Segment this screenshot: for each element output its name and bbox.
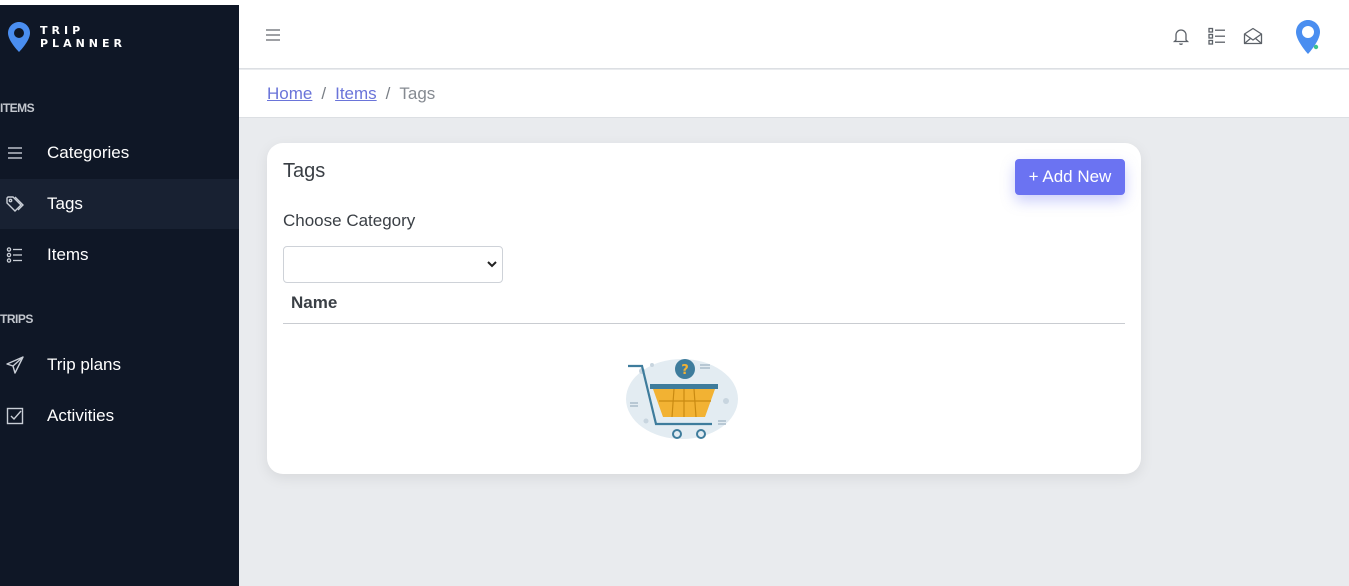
sidebar-item-activities[interactable]: Activities [0,391,239,441]
sidebar-item-tags[interactable]: Tags [0,179,239,229]
sidebar-item-label: Items [47,245,89,264]
section-label-items: ITEMS [0,101,35,115]
add-new-button[interactable]: + Add New [1015,159,1125,195]
bell-icon[interactable] [1171,26,1191,46]
breadcrumb-separator: / [385,83,391,103]
checklist-icon [6,247,22,263]
top-header [239,5,1349,69]
tags-card: Tags + Add New Choose Category Name ? [267,143,1141,474]
sidebar-item-label: Activities [47,406,115,425]
location-pin-icon [8,22,30,52]
brand-name: TRIP PLANNER [40,24,126,50]
sidebar-item-label: Categories [47,143,130,162]
breadcrumb-home-link[interactable]: Home [267,84,312,104]
table-header-name: Name [291,293,338,312]
sidebar: TRIP PLANNER ITEMS Categories Tags Items… [0,5,239,586]
sidebar-item-items[interactable]: Items [0,230,239,280]
paper-plane-icon [6,356,24,374]
category-select[interactable] [283,246,503,283]
page-title: Tags [283,160,326,182]
svg-text:?: ? [681,363,689,378]
task-list-icon[interactable] [1207,26,1227,46]
breadcrumb-separator: / [321,83,327,103]
mail-icon[interactable] [1243,26,1263,46]
chevron-down-icon [487,261,497,268]
section-label-trips: TRIPS [0,312,33,326]
sidebar-item-label: Trip plans [47,355,122,374]
user-avatar[interactable] [1294,19,1322,55]
brand-line-1: TRIP [40,24,85,37]
breadcrumb-current: Tags [399,83,436,103]
brand-logo[interactable]: TRIP PLANNER [6,21,126,53]
empty-cart-illustration: ? [626,359,738,439]
list-icon [8,147,22,159]
sidebar-item-trip-plans[interactable]: Trip plans [0,340,239,390]
tags-icon [6,196,24,212]
checkbox-icon [6,407,24,425]
sidebar-item-label: Tags [47,194,83,213]
breadcrumb-items-link[interactable]: Items [335,84,377,104]
table-header-divider [283,323,1125,324]
menu-icon[interactable] [265,27,281,43]
breadcrumb: Home / Items / Tags [239,70,1349,118]
sidebar-item-categories[interactable]: Categories [0,128,239,178]
brand-line-2: PLANNER [40,37,126,50]
choose-category-label: Choose Category [283,211,416,230]
